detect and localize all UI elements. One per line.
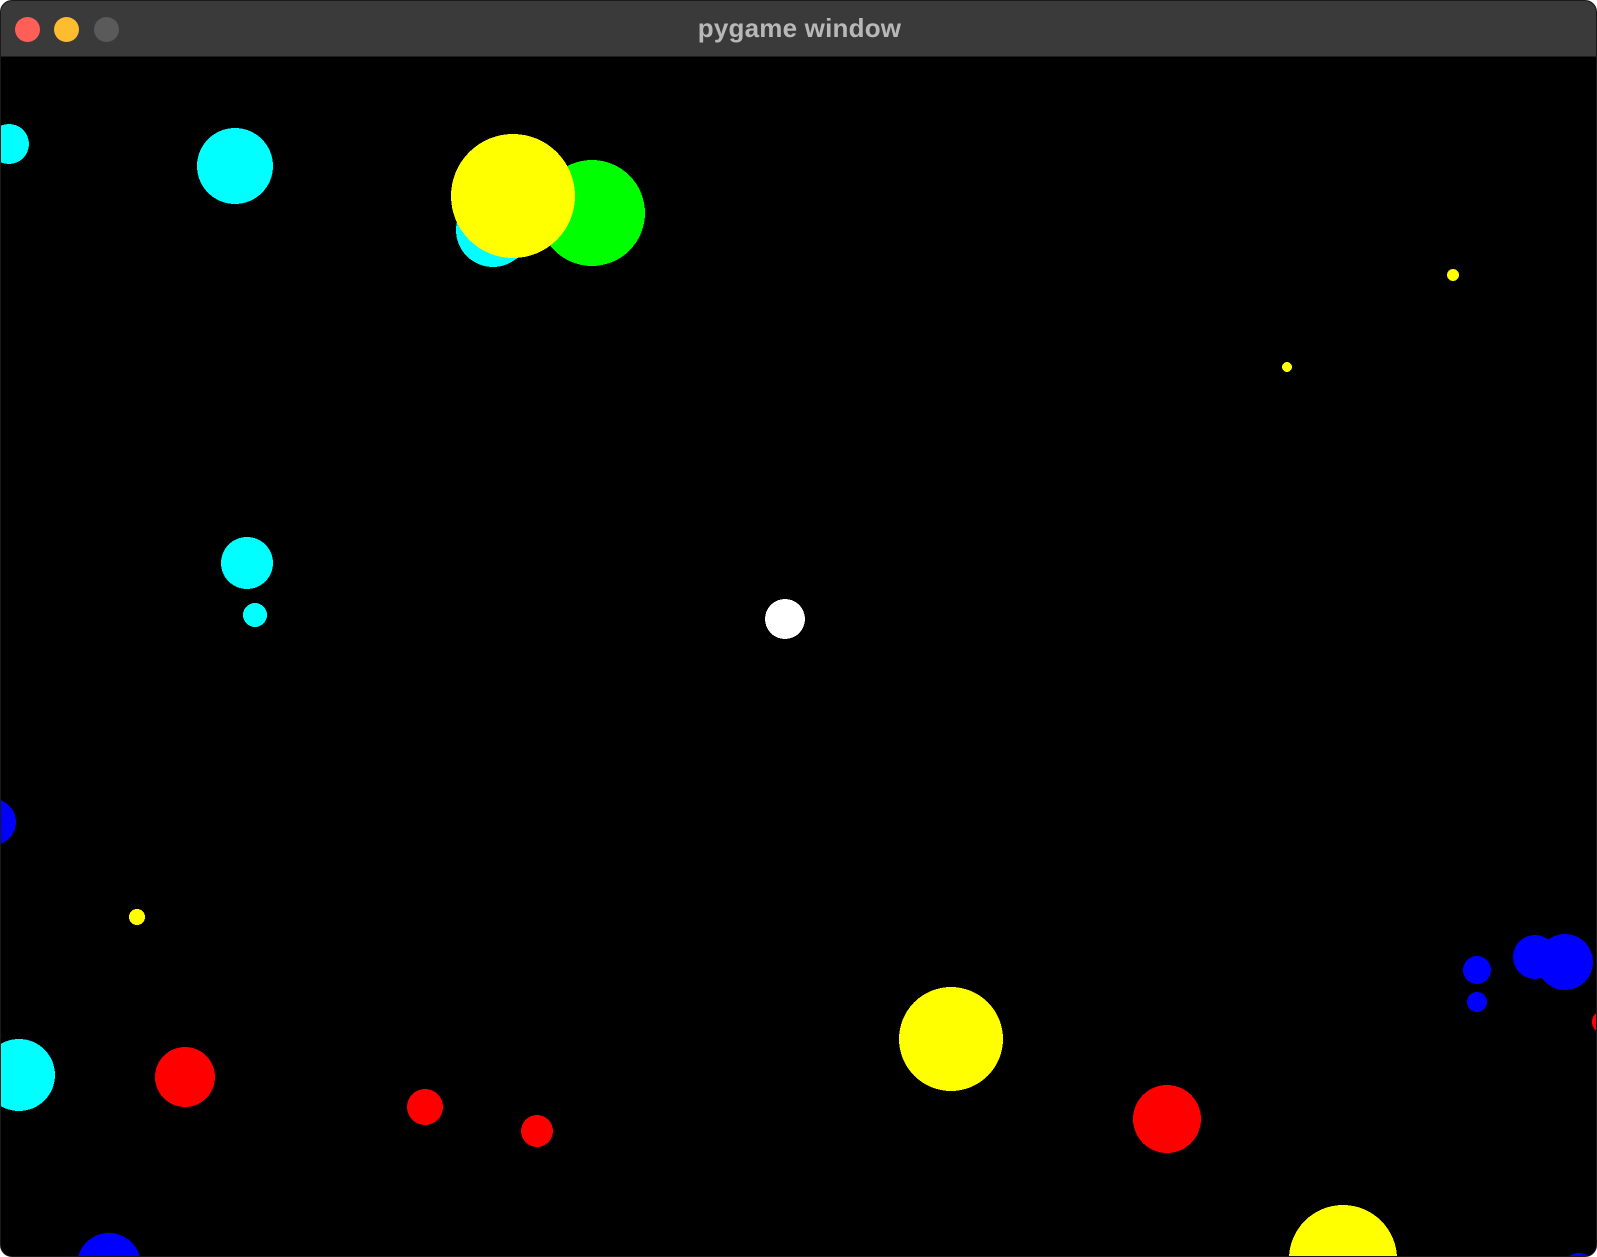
game-scene (1, 124, 1596, 1256)
red-ball (155, 1047, 215, 1107)
game-canvas[interactable] (1, 57, 1596, 1256)
cyan-ball (197, 128, 273, 204)
blue-ball (1, 800, 16, 844)
yellow-ball (1289, 1205, 1397, 1256)
pygame-window: pygame window (0, 0, 1597, 1257)
blue-ball (1463, 956, 1491, 984)
yellow-ball (1282, 362, 1292, 372)
yellow-ball (451, 134, 575, 258)
red-ball (407, 1089, 443, 1125)
red-ball (1133, 1085, 1201, 1153)
blue-ball (1569, 1253, 1589, 1256)
player-ball (765, 599, 805, 639)
cyan-ball (221, 537, 273, 589)
cyan-ball (1, 124, 29, 164)
cyan-ball (243, 603, 267, 627)
yellow-ball (899, 987, 1003, 1091)
red-ball (1592, 1013, 1596, 1031)
cyan-ball (1, 1039, 55, 1111)
blue-ball (78, 1233, 140, 1256)
blue-ball (1537, 934, 1593, 990)
red-ball (521, 1115, 553, 1147)
blue-ball (1467, 992, 1487, 1012)
window-title: pygame window (697, 13, 902, 43)
yellow-ball (1447, 269, 1459, 281)
yellow-ball (129, 909, 145, 925)
title-bar[interactable]: pygame window (1, 1, 1596, 57)
